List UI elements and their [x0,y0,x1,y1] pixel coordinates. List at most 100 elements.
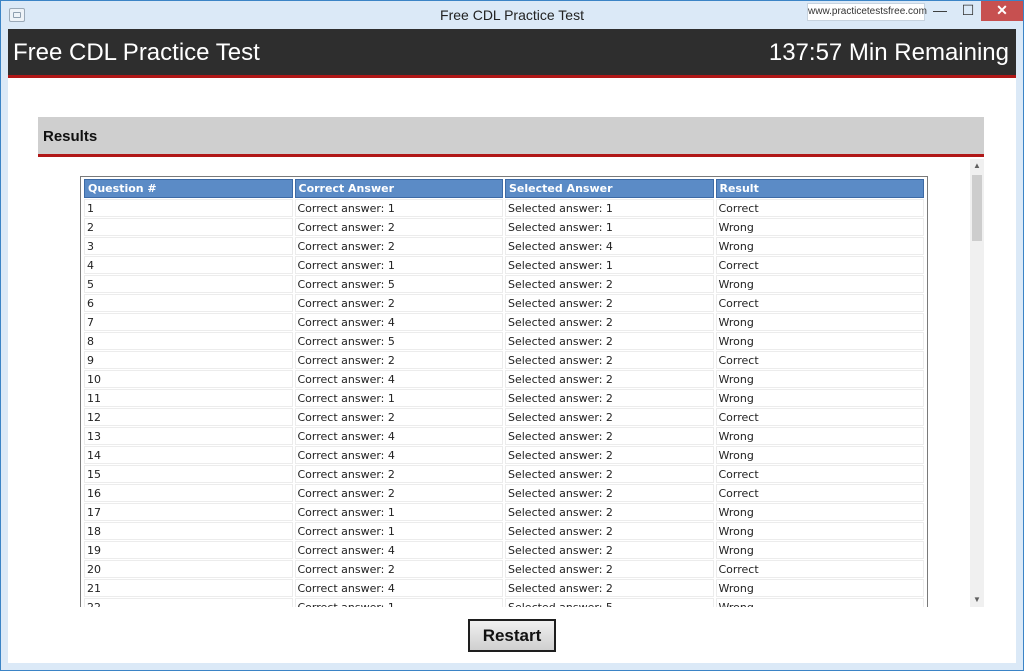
table-row: 13 Correct answer: 4 Selected answer: 2 Wro… [84,427,924,445]
table-row: 1 Correct answer: 1 Selected answer: 1 Corr… [84,199,924,217]
table-row: 11 Correct answer: 1 Selected answer: 2 Wro… [84,389,924,407]
cell-question-number: 4 [84,256,293,274]
chevron-down-icon[interactable]: ▼ [970,593,984,607]
restart-button[interactable]: Restart [468,619,556,652]
scrollbar-thumb[interactable] [972,175,982,241]
cell-correct-answer: Correct answer: 4 [294,427,503,445]
cell-selected-answer: Selected answer: 2 [505,465,714,483]
cell-result: Wrong [715,389,924,407]
cell-result: Wrong [715,579,924,597]
cell-correct-answer: Correct answer: 1 [294,522,503,540]
cell-question-number: 20 [84,560,293,578]
table-header-row: Question # Correct Answer Selected Answe… [84,179,924,198]
cell-correct-answer: Correct answer: 2 [294,465,503,483]
url-badge: www.practicetestsfree.com [807,3,927,21]
cell-correct-answer: Correct answer: 2 [294,351,503,369]
cell-question-number: 21 [84,579,293,597]
cell-selected-answer: Selected answer: 1 [505,218,714,236]
cell-selected-answer: Selected answer: 2 [505,408,714,426]
table-row: 5 Correct answer: 5 Selected answer: 2 Wron… [84,275,924,293]
title-bar[interactable]: Free CDL Practice Test www.practicetests… [1,1,1023,29]
cell-selected-answer: Selected answer: 2 [505,275,714,293]
cell-result: Wrong [715,313,924,331]
results-scroll-area[interactable]: Question # Correct Answer Selected Answe… [38,159,984,607]
app-header: Free CDL Practice Test 137:57 Min Remain… [8,29,1016,78]
minimize-button[interactable]: — [925,1,955,21]
cell-selected-answer: Selected answer: 2 [505,446,714,464]
cell-correct-answer: Correct answer: 2 [294,294,503,312]
cell-question-number: 18 [84,522,293,540]
vertical-scrollbar[interactable]: ▲ ▼ [970,159,984,607]
cell-correct-answer: Correct answer: 2 [294,218,503,236]
cell-selected-answer: Selected answer: 2 [505,579,714,597]
column-header-correct-answer: Correct Answer [294,179,503,198]
cell-question-number: 11 [84,389,293,407]
cell-selected-answer: Selected answer: 2 [505,389,714,407]
cell-correct-answer: Correct answer: 1 [294,256,503,274]
cell-result: Wrong [715,218,924,236]
cell-result: Correct [715,465,924,483]
cell-correct-answer: Correct answer: 2 [294,237,503,255]
cell-result: Wrong [715,237,924,255]
cell-correct-answer: Correct answer: 5 [294,332,503,350]
cell-question-number: 2 [84,218,293,236]
cell-selected-answer: Selected answer: 2 [505,484,714,502]
results-table-body: 1 Correct answer: 1 Selected answer: 1 Corr… [84,199,924,607]
maximize-button[interactable]: ☐ [955,1,981,21]
table-row: 4 Correct answer: 1 Selected answer: 1 Corr… [84,256,924,274]
table-row: 22 Correct answer: 1 Selected answer: 5 Wro… [84,598,924,607]
cell-selected-answer: Selected answer: 2 [505,294,714,312]
cell-question-number: 16 [84,484,293,502]
cell-result: Correct [715,256,924,274]
table-row: 2 Correct answer: 2 Selected answer: 1 Wron… [84,218,924,236]
close-button[interactable]: ✕ [981,1,1023,21]
cell-question-number: 15 [84,465,293,483]
cell-result: Wrong [715,598,924,607]
cell-question-number: 8 [84,332,293,350]
cell-selected-answer: Selected answer: 2 [505,427,714,445]
cell-result: Wrong [715,332,924,350]
cell-correct-answer: Correct answer: 5 [294,275,503,293]
table-row: 21 Correct answer: 4 Selected answer: 2 Wro… [84,579,924,597]
cell-correct-answer: Correct answer: 4 [294,446,503,464]
cell-result: Wrong [715,427,924,445]
cell-selected-answer: Selected answer: 2 [505,522,714,540]
cell-correct-answer: Correct answer: 4 [294,541,503,559]
results-table: Question # Correct Answer Selected Answe… [82,178,926,607]
table-row: 12 Correct answer: 2 Selected answer: 2 Cor… [84,408,924,426]
cell-correct-answer: Correct answer: 1 [294,503,503,521]
cell-correct-answer: Correct answer: 2 [294,484,503,502]
table-row: 18 Correct answer: 1 Selected answer: 2 Wro… [84,522,924,540]
section-title: Results [43,128,98,145]
results-table-frame: Question # Correct Answer Selected Answe… [80,176,928,607]
cell-result: Correct [715,484,924,502]
cell-selected-answer: Selected answer: 2 [505,351,714,369]
cell-correct-answer: Correct answer: 4 [294,579,503,597]
cell-question-number: 1 [84,199,293,217]
cell-result: Wrong [715,522,924,540]
cell-result: Wrong [715,541,924,559]
table-row: 8 Correct answer: 5 Selected answer: 2 Wron… [84,332,924,350]
table-row: 19 Correct answer: 4 Selected answer: 2 Wro… [84,541,924,559]
cell-question-number: 12 [84,408,293,426]
table-row: 6 Correct answer: 2 Selected answer: 2 Corr… [84,294,924,312]
chevron-up-icon[interactable]: ▲ [970,159,984,173]
column-header-result: Result [715,179,924,198]
app-title: Free CDL Practice Test [13,39,260,66]
cell-selected-answer: Selected answer: 2 [505,313,714,331]
table-row: 16 Correct answer: 2 Selected answer: 2 Cor… [84,484,924,502]
table-row: 20 Correct answer: 2 Selected answer: 2 Cor… [84,560,924,578]
cell-selected-answer: Selected answer: 1 [505,199,714,217]
cell-result: Correct [715,199,924,217]
cell-selected-answer: Selected answer: 2 [505,541,714,559]
results-section-header: Results [38,117,984,157]
cell-result: Correct [715,408,924,426]
cell-question-number: 22 [84,598,293,607]
cell-correct-answer: Correct answer: 1 [294,598,503,607]
table-row: 3 Correct answer: 2 Selected answer: 4 Wron… [84,237,924,255]
cell-selected-answer: Selected answer: 2 [505,332,714,350]
cell-question-number: 17 [84,503,293,521]
cell-question-number: 3 [84,237,293,255]
cell-question-number: 14 [84,446,293,464]
cell-selected-answer: Selected answer: 2 [505,560,714,578]
